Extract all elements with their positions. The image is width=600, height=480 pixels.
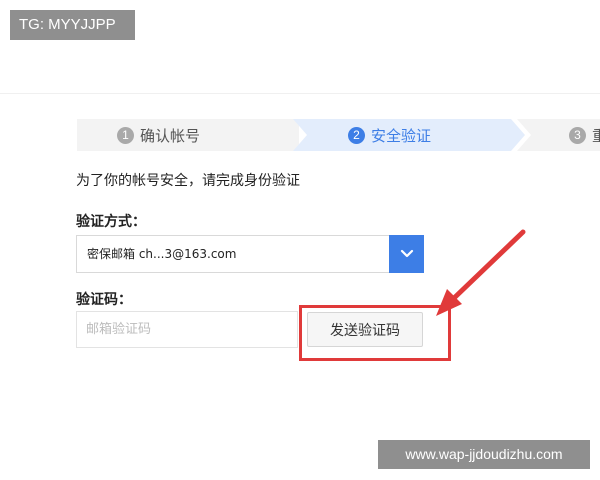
header-divider <box>0 93 600 94</box>
step-number: 3 <box>569 126 586 144</box>
step-security-verify: 2 安全验证 <box>293 119 525 151</box>
step-number: 1 <box>117 126 134 144</box>
watermark: www.wap-jjdoudizhu.com <box>378 440 590 469</box>
method-select-value: 密保邮箱 ch...3@163.com <box>87 247 237 261</box>
step-label: 安全验证 <box>371 126 432 145</box>
verification-notice: 为了你的帐号安全，请完成身份验证 <box>76 173 300 189</box>
chevron-down-icon <box>400 249 413 258</box>
step-reset: 3 重 <box>517 119 600 151</box>
method-label: 验证方式： <box>76 214 146 230</box>
dropdown-button[interactable] <box>389 235 424 273</box>
step-confirm-account: 1 确认帐号 <box>77 119 299 151</box>
step-label: 确认帐号 <box>140 126 201 145</box>
code-label: 验证码： <box>76 292 132 308</box>
method-select[interactable]: 密保邮箱 ch...3@163.com <box>76 235 424 273</box>
tg-badge: TG: MYYJJPP <box>10 10 135 40</box>
send-code-button[interactable]: 发送验证码 <box>307 312 423 347</box>
step-number: 2 <box>348 126 365 144</box>
email-code-input[interactable] <box>76 311 298 348</box>
step-bar: 1 确认帐号 3 重 2 安全验证 <box>77 119 600 151</box>
step-label: 重 <box>592 126 600 145</box>
